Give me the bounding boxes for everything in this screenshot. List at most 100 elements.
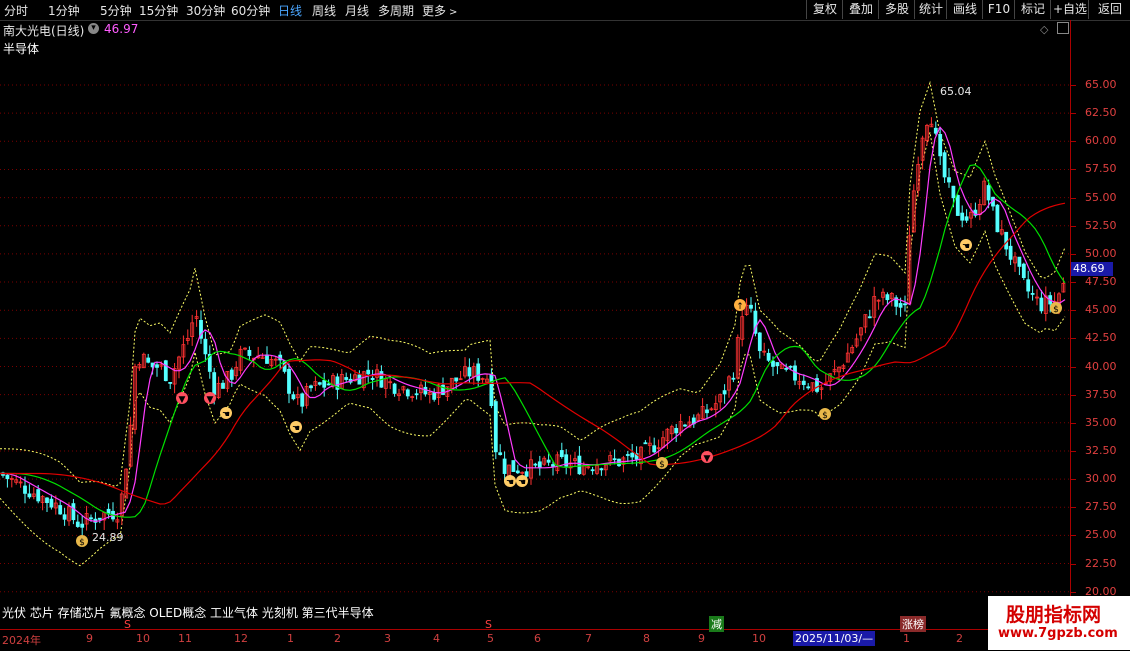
candle-body: [203, 338, 208, 355]
price-tick: 32.50: [1085, 443, 1117, 457]
candle-body: [265, 354, 269, 364]
candle-body: [986, 185, 991, 201]
f10-button[interactable]: F10: [982, 0, 1015, 19]
candle-body: [75, 521, 80, 527]
tab-30min[interactable]: 30分钟: [186, 2, 225, 19]
money-bag-icon: $: [819, 408, 831, 421]
diamond-icon[interactable]: ◇: [1040, 23, 1048, 36]
tab-15min[interactable]: 15分钟: [139, 2, 178, 19]
candle-body: [788, 365, 793, 368]
candle-body: [287, 368, 291, 394]
back-button[interactable]: 返回: [1088, 0, 1130, 19]
price-tick: 30.00: [1085, 472, 1117, 486]
candle-body: [995, 204, 1000, 233]
candle-body: [146, 357, 151, 363]
candle-body: [515, 470, 520, 474]
date-label: 8: [643, 632, 650, 645]
adjust-button[interactable]: 复权: [806, 0, 843, 19]
band-upper: [0, 80, 1066, 487]
price-tick: 52.50: [1085, 218, 1117, 232]
candle-body: [36, 489, 41, 502]
price-tick-mark: [1071, 113, 1076, 115]
candle-body: [898, 303, 903, 308]
watermark-url: www.7gpzb.com: [998, 626, 1118, 641]
candle-body: [960, 212, 965, 221]
hand-icon: ☚: [960, 239, 972, 252]
candle-body: [784, 367, 789, 370]
date-label: 2024年: [2, 634, 41, 647]
price-tick-mark: [1071, 535, 1076, 537]
hand-icon-glyph: ☚: [222, 410, 230, 420]
date-label: 1: [287, 632, 294, 645]
draw-line-button[interactable]: 画线: [946, 0, 983, 19]
chevron-down-icon[interactable]: ▾: [88, 23, 99, 34]
price-tick-mark: [1071, 422, 1076, 424]
date-label: 2: [956, 632, 963, 645]
candle-body: [559, 450, 564, 457]
price-tick-mark: [1071, 169, 1076, 171]
candle-body: [229, 369, 234, 380]
candle-body: [757, 332, 762, 352]
candle-body: [612, 458, 617, 461]
candle-body: [630, 452, 635, 458]
candle-body: [89, 517, 93, 520]
tab-5min[interactable]: 5分钟: [100, 2, 132, 19]
ma-slow-line: [0, 202, 1066, 505]
candle-body: [1021, 263, 1026, 279]
tab-multi-period[interactable]: 多周期: [378, 2, 414, 19]
cursor-date: 2025/11/03/—: [793, 631, 876, 646]
candle-body: [885, 294, 890, 301]
chevron-right-icon: >: [449, 7, 458, 18]
tab-60min[interactable]: 60分钟: [231, 2, 270, 19]
candle-body: [590, 469, 595, 472]
price-tick: 45.00: [1085, 303, 1117, 317]
candle-body: [366, 369, 371, 375]
money-bag-icon: $: [656, 457, 668, 470]
tab-intraday[interactable]: 分时: [4, 2, 28, 19]
hand-icon: ☚: [516, 475, 528, 488]
stock-title[interactable]: 南大光电(日线): [3, 22, 84, 39]
price-tick: 65.00: [1085, 78, 1117, 91]
overlay-button[interactable]: 叠加: [842, 0, 879, 19]
price-tick: 60.00: [1085, 134, 1117, 148]
candle-body: [322, 380, 327, 388]
candle-body: [291, 394, 296, 400]
window-toggle-icon[interactable]: [1057, 22, 1069, 34]
candle-body: [498, 452, 503, 456]
tab-weekly[interactable]: 周线: [312, 2, 336, 19]
candle-body: [766, 352, 771, 361]
price-tick: 37.50: [1085, 387, 1117, 401]
hand-icon-glyph: ☚: [518, 478, 526, 488]
candle-body: [168, 382, 173, 384]
candle-body: [722, 390, 727, 395]
candle-body: [317, 382, 322, 385]
add-watchlist-button[interactable]: +自选: [1050, 0, 1089, 19]
watermark-title: 股朋指标网: [1006, 604, 1102, 626]
date-label: 9: [698, 632, 705, 645]
candle-body: [806, 386, 811, 389]
candle-body: [45, 497, 49, 504]
candle-body: [5, 474, 10, 480]
candle-body: [309, 385, 313, 389]
price-tick: 25.00: [1085, 528, 1117, 542]
kline-chart[interactable]: $ $ $ $ ▼ ▼ ▼ ☚ ☚ ☚ ☚ ☚ ↑ 65.04 24.89: [0, 38, 1070, 602]
tab-more[interactable]: 更多 >: [422, 2, 457, 19]
mark-button[interactable]: 标记: [1014, 0, 1051, 19]
sell-marker: S: [124, 618, 131, 631]
price-tick-mark: [1071, 563, 1076, 565]
tab-daily[interactable]: 日线: [278, 2, 302, 19]
price-tick-mark: [1071, 282, 1076, 284]
candle-body: [731, 377, 736, 380]
candle-body: [524, 471, 529, 477]
low-price-label: 24.89: [92, 531, 124, 544]
statistics-button[interactable]: 统计: [914, 0, 947, 19]
date-label: 7: [585, 632, 592, 645]
candle-body: [62, 514, 67, 520]
candle-body: [163, 360, 168, 382]
candle-body: [1030, 293, 1035, 295]
tab-monthly[interactable]: 月线: [345, 2, 369, 19]
candle-body: [155, 364, 159, 368]
tab-1min[interactable]: 1分钟: [48, 2, 80, 19]
candle-body: [801, 380, 806, 385]
multi-stock-button[interactable]: 多股: [878, 0, 915, 19]
